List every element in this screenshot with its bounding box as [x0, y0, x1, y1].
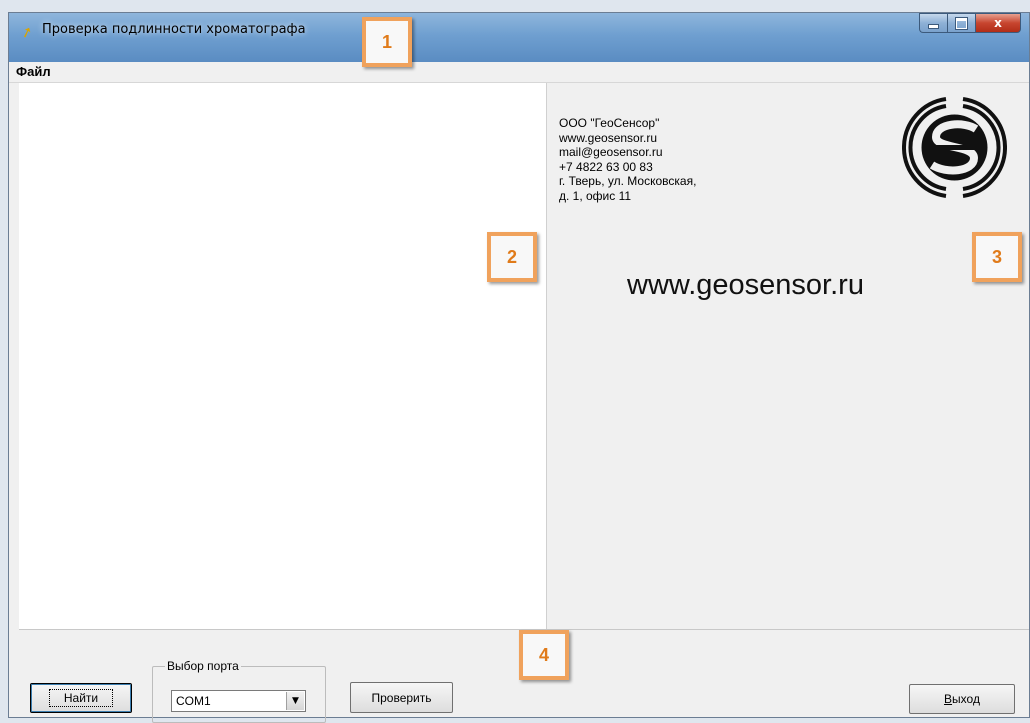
port-select-value: COM1 — [176, 694, 211, 708]
callout-4: 4 — [519, 630, 569, 680]
find-button[interactable]: Найти — [30, 683, 132, 713]
title-bar[interactable]: ➚ Проверка подлинности хроматографа x — [9, 13, 1029, 62]
geosensor-logo — [902, 97, 1007, 198]
company-email: mail@geosensor.ru — [559, 145, 663, 159]
check-button[interactable]: Проверить — [350, 682, 453, 713]
maximize-icon — [956, 17, 967, 29]
company-address-line2: д. 1, офис 11 — [559, 188, 632, 203]
find-button-label: Найти — [48, 689, 114, 707]
exit-button[interactable]: Выход — [909, 684, 1015, 714]
close-button[interactable]: x — [975, 13, 1021, 33]
chevron-down-icon[interactable]: ▼ — [286, 692, 304, 710]
contact-info: ООО "ГеоСенсор" www.geosensor.ru mail@ge… — [559, 116, 696, 203]
close-icon: x — [994, 16, 1002, 30]
callout-2: 2 — [487, 232, 537, 282]
callout-1: 1 — [362, 17, 412, 67]
minimize-button[interactable] — [919, 13, 947, 33]
website-banner: www.geosensor.ru — [627, 269, 864, 301]
output-panel[interactable] — [19, 83, 547, 629]
minimize-icon — [928, 23, 939, 29]
menu-bar: Файл — [9, 62, 1029, 83]
port-groupbox: Выбор порта COM1 ▼ — [152, 659, 326, 723]
port-group-label: Выбор порта — [165, 659, 241, 673]
app-icon: ➚ — [18, 23, 36, 43]
company-name: ООО "ГеоСенсор" — [559, 116, 660, 130]
exit-button-label: Выход — [944, 692, 980, 706]
company-phone: +7 4822 63 00 83 — [559, 159, 653, 174]
menu-file[interactable]: Файл — [12, 64, 55, 79]
info-panel: ООО "ГеоСенсор" www.geosensor.ru mail@ge… — [547, 83, 1029, 629]
client-area: ООО "ГеоСенсор" www.geosensor.ru mail@ge… — [19, 83, 1029, 723]
window-title: Проверка подлинности хроматографа — [42, 22, 306, 37]
company-website: www.geosensor.ru — [559, 130, 658, 145]
check-button-label: Проверить — [371, 690, 432, 705]
callout-3: 3 — [972, 232, 1022, 282]
company-address-line1: г. Тверь, ул. Московская, — [559, 174, 697, 188]
port-select[interactable]: COM1 ▼ — [171, 690, 306, 712]
window-controls: x — [919, 13, 1021, 35]
maximize-button[interactable] — [947, 13, 975, 33]
app-window: ➚ Проверка подлинности хроматографа x Фа… — [8, 12, 1030, 723]
